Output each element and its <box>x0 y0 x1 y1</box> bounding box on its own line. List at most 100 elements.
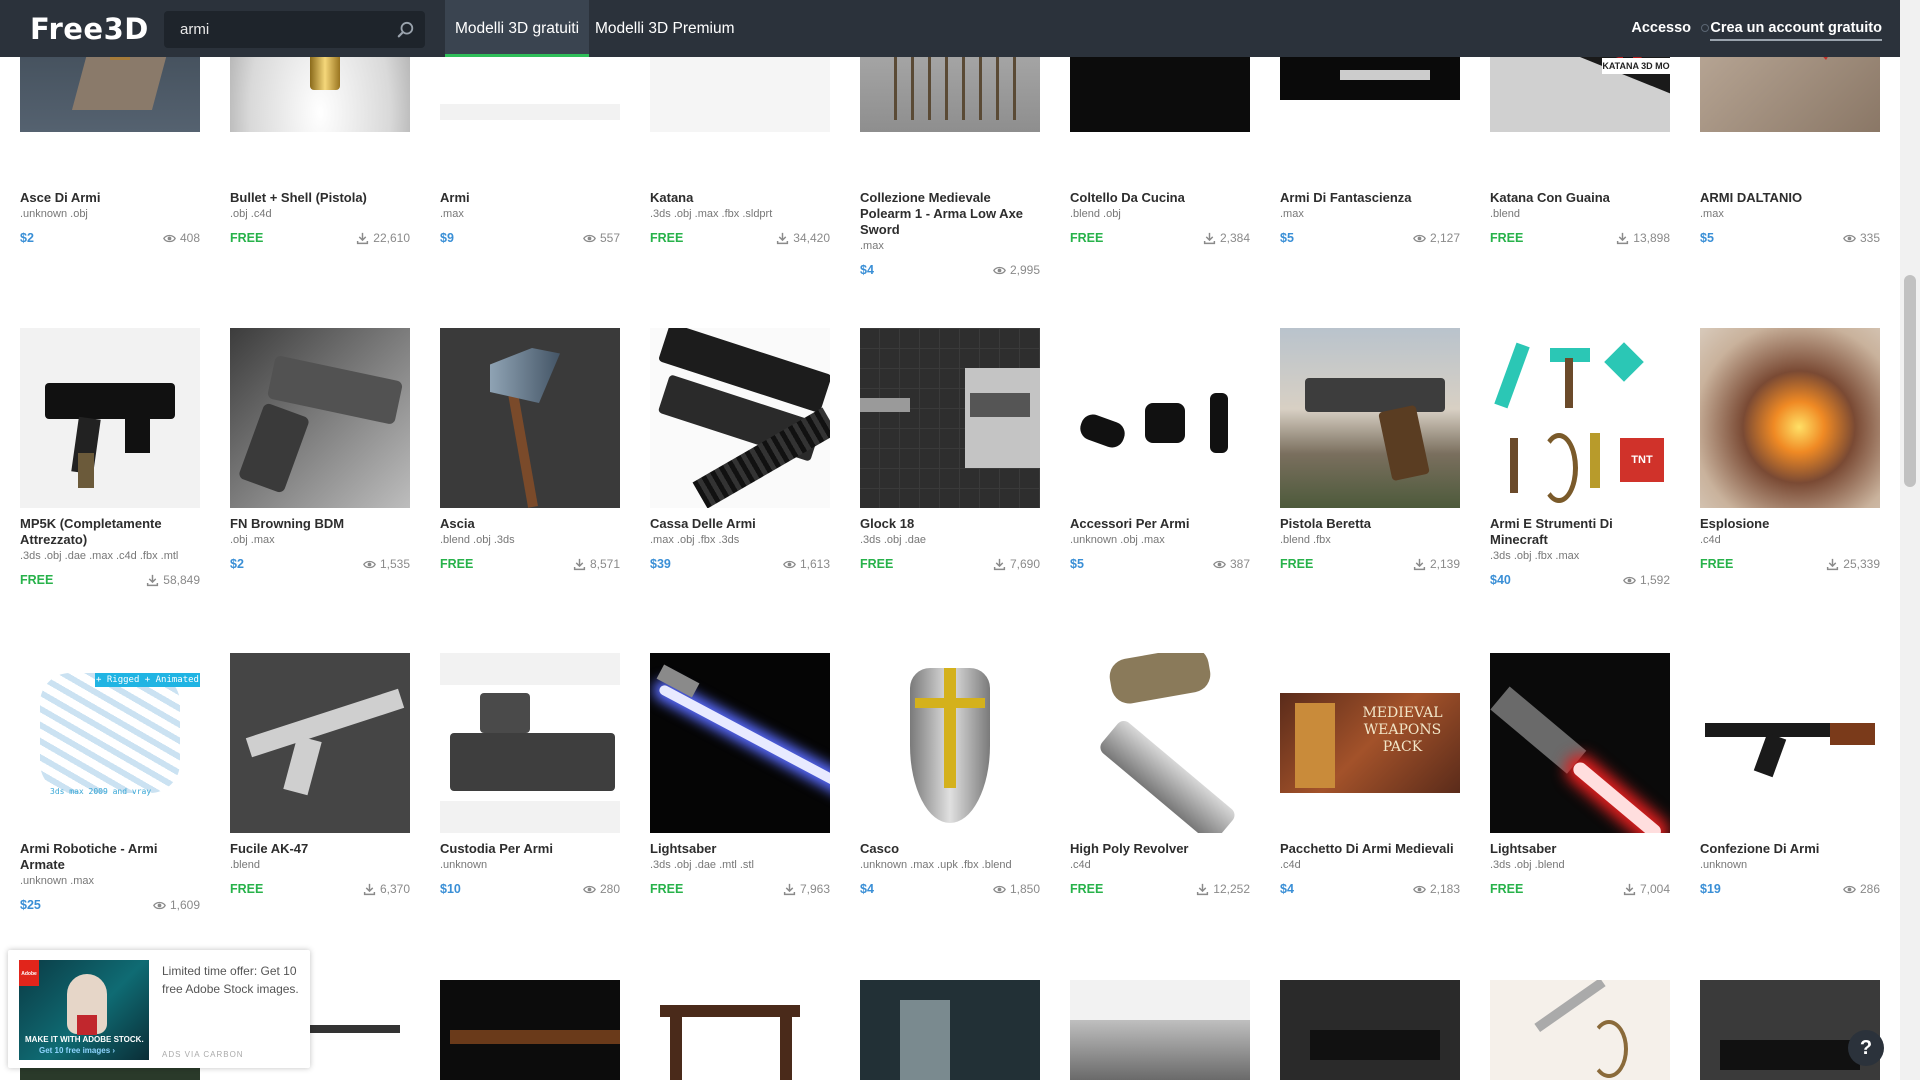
model-price: $2 <box>20 231 34 245</box>
model-title[interactable]: Custodia Per Armi <box>440 841 620 857</box>
model-thumbnail[interactable] <box>1490 653 1670 833</box>
model-title[interactable]: Asce Di Armi <box>20 190 200 206</box>
model-title[interactable]: Ascia <box>440 516 620 532</box>
model-stat-value: 7,004 <box>1639 882 1670 896</box>
help-button[interactable]: ? <box>1848 1030 1884 1066</box>
model-title[interactable]: Esplosione <box>1700 516 1880 532</box>
free3d-logo[interactable]: Free3D <box>30 12 149 46</box>
model-thumbnail[interactable] <box>1490 980 1670 1080</box>
model-stat-value: 13,898 <box>1633 231 1670 245</box>
model-title[interactable]: Casco <box>860 841 1040 857</box>
model-stat-value: 34,420 <box>793 231 830 245</box>
model-price: $4 <box>860 882 874 896</box>
model-thumbnail[interactable] <box>650 980 830 1080</box>
model-stat-value: 557 <box>599 231 620 245</box>
tab-premium-models[interactable]: Modelli 3D Premium <box>585 0 745 57</box>
model-thumbnail[interactable] <box>440 980 620 1080</box>
download-icon <box>1196 883 1209 896</box>
model-title[interactable]: Armi Robotiche - Armi Armate <box>20 841 200 873</box>
model-title[interactable]: Coltello Da Cucina <box>1070 190 1250 206</box>
model-title[interactable]: ARMI DALTANIO <box>1700 190 1880 206</box>
model-stat-value: 1,850 <box>1009 882 1040 896</box>
model-title[interactable]: Armi E Strumenti Di Minecraft <box>1490 516 1670 548</box>
model-thumbnail[interactable] <box>1070 653 1250 833</box>
model-thumbnail[interactable] <box>1700 328 1880 508</box>
model-price: FREE <box>20 573 54 587</box>
ad-image[interactable]: Adobe MAKE IT WITH ADOBE STOCK. Get 10 f… <box>19 960 149 1060</box>
model-thumbnail[interactable] <box>1070 980 1250 1080</box>
download-icon <box>1826 558 1839 571</box>
model-title[interactable]: Confezione Di Armi <box>1700 841 1880 857</box>
model-formats: .max <box>860 240 884 252</box>
ad-via-carbon[interactable]: ADS VIA CARBON <box>162 1050 244 1059</box>
model-title[interactable]: Lightsaber <box>650 841 830 857</box>
model-title[interactable]: Collezione Medievale Polearm 1 - Arma Lo… <box>860 190 1040 238</box>
download-icon <box>783 883 796 896</box>
ad-text[interactable]: Limited time offer: Get 10 free Adobe St… <box>162 962 302 998</box>
model-formats: .blend .obj <box>1070 208 1121 220</box>
model-thumbnail[interactable] <box>860 328 1040 508</box>
model-title[interactable]: Pistola Beretta <box>1280 516 1460 532</box>
model-title[interactable]: Fucile AK-47 <box>230 841 410 857</box>
model-thumbnail[interactable] <box>1280 980 1460 1080</box>
vertical-scrollbar[interactable] <box>1900 0 1920 1080</box>
model-thumbnail[interactable] <box>1700 980 1880 1080</box>
model-thumbnail[interactable] <box>440 653 620 833</box>
model-thumbnail[interactable] <box>230 653 410 833</box>
model-stat: 7,963 <box>783 881 830 897</box>
model-title[interactable]: Cassa Delle Armi <box>650 516 830 532</box>
model-price: FREE <box>440 557 474 571</box>
model-thumbnail[interactable] <box>860 653 1040 833</box>
model-title[interactable]: FN Browning BDM <box>230 516 410 532</box>
carbon-ad[interactable]: Adobe MAKE IT WITH ADOBE STOCK. Get 10 f… <box>8 950 310 1068</box>
model-stat: 25,339 <box>1826 556 1880 572</box>
model-formats: .3ds .obj .dae <box>860 534 927 546</box>
eye-icon <box>583 883 596 896</box>
model-title[interactable]: Armi <box>440 190 620 206</box>
model-formats: .max .obj .fbx .3ds <box>650 534 740 546</box>
thumb-watermark: KATANA 3D MO <box>1602 58 1670 74</box>
model-title[interactable]: Bullet + Shell (Pistola) <box>230 190 410 206</box>
model-thumbnail[interactable]: MEDIEVAL WEAPONS PACK <box>1280 653 1460 833</box>
signup-link[interactable]: Crea un account gratuito <box>1710 20 1882 41</box>
model-title[interactable]: Accessori Per Armi <box>1070 516 1250 532</box>
model-title[interactable]: MP5K (Completamente Attrezzato) <box>20 516 200 548</box>
model-title[interactable]: Glock 18 <box>860 516 1040 532</box>
login-link[interactable]: Accesso <box>1631 20 1691 36</box>
model-thumbnail[interactable] <box>650 653 830 833</box>
model-thumbnail[interactable]: + Rigged + Animated 3ds max 2009 and vra… <box>20 653 200 833</box>
download-icon <box>573 558 586 571</box>
model-thumbnail[interactable] <box>1280 328 1460 508</box>
thumb-caption: 3ds max 2009 and vray <box>50 787 152 796</box>
model-stat-value: 1,613 <box>799 557 830 571</box>
model-thumbnail[interactable] <box>650 328 830 508</box>
model-title[interactable]: Pacchetto Di Armi Medievali <box>1280 841 1460 857</box>
search-icon[interactable] <box>397 21 415 39</box>
eye-icon <box>1413 883 1426 896</box>
model-stat-value: 6,370 <box>379 882 410 896</box>
model-thumbnail[interactable] <box>20 328 200 508</box>
model-thumbnail[interactable] <box>860 980 1040 1080</box>
model-title[interactable]: Lightsaber <box>1490 841 1670 857</box>
model-thumbnail[interactable]: TNT <box>1490 328 1670 508</box>
model-thumbnail[interactable] <box>1700 653 1880 833</box>
model-formats: .c4d <box>1700 534 1721 546</box>
tab-free-models[interactable]: Modelli 3D gratuiti <box>445 0 590 57</box>
model-price: FREE <box>1700 557 1734 571</box>
download-icon <box>1623 883 1636 896</box>
model-title[interactable]: Katana <box>650 190 830 206</box>
model-stat-value: 22,610 <box>373 231 410 245</box>
scrollbar-thumb[interactable] <box>1904 275 1916 487</box>
search-input[interactable] <box>176 11 394 48</box>
model-stat: 7,004 <box>1623 881 1670 897</box>
model-thumbnail[interactable] <box>1070 328 1250 508</box>
model-formats: .3ds .obj .max .fbx .sldprt <box>650 208 773 220</box>
model-thumbnail[interactable] <box>440 328 620 508</box>
model-thumbnail[interactable] <box>230 328 410 508</box>
model-price: $39 <box>650 557 671 571</box>
ad-image-cta: Get 10 free images › <box>39 1046 116 1055</box>
model-title[interactable]: Katana Con Guaina <box>1490 190 1670 206</box>
model-stat: 7,690 <box>993 556 1040 572</box>
model-title[interactable]: Armi Di Fantascienza <box>1280 190 1460 206</box>
model-title[interactable]: High Poly Revolver <box>1070 841 1250 857</box>
